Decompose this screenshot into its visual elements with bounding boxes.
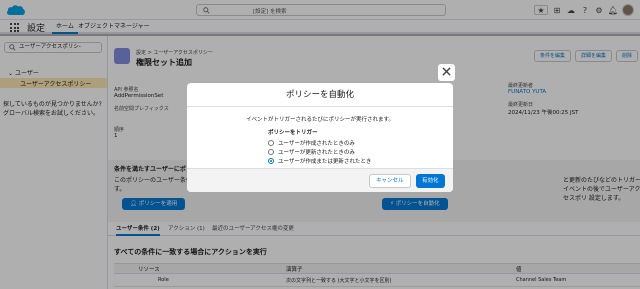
- radio-label: ユーザーが作成されたときのみ: [278, 141, 355, 147]
- cancel-button[interactable]: キャンセル: [369, 174, 411, 188]
- modal-footer: キャンセル 有効化: [187, 168, 453, 192]
- enable-button[interactable]: 有効化: [416, 174, 445, 188]
- radio-button-selected[interactable]: [268, 158, 274, 164]
- modal-header: ポリシーを自動化: [187, 83, 453, 107]
- modal-title: ポリシーを自動化: [285, 90, 354, 100]
- radio-button[interactable]: [268, 140, 274, 146]
- radio-option-created[interactable]: ユーザーが作成されたときのみ: [268, 139, 355, 147]
- radio-button[interactable]: [268, 149, 274, 155]
- radio-option-updated[interactable]: ユーザーが更新されたときのみ: [268, 148, 355, 156]
- close-icon: [442, 67, 451, 78]
- trigger-label: ポリシーをトリガー: [268, 130, 318, 136]
- automate-policy-modal: ポリシーを自動化 イベントがトリガーされるたびにポリシーが実行されます。 ポリシ…: [187, 83, 453, 192]
- radio-label: ユーザーが作成または更新されたとき: [278, 159, 372, 165]
- modal-description: イベントがトリガーされるたびにポリシーが実行されます。: [246, 117, 394, 123]
- radio-option-created-or-updated[interactable]: ユーザーが作成または更新されたとき: [268, 157, 371, 165]
- radio-label: ユーザーが更新されたときのみ: [278, 150, 355, 156]
- modal-close-button[interactable]: [438, 64, 455, 81]
- modal-body: イベントがトリガーされるたびにポリシーが実行されます。 ポリシーをトリガー ユー…: [187, 107, 453, 168]
